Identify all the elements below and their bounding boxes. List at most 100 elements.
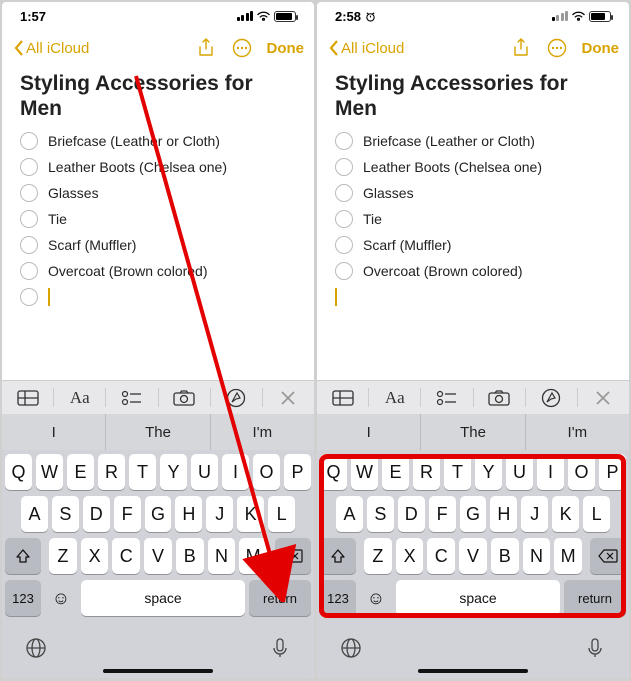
numbers-key[interactable]: 123	[320, 580, 356, 616]
key-t[interactable]: T	[444, 454, 471, 490]
checkbox[interactable]	[335, 132, 353, 150]
key-r[interactable]: R	[413, 454, 440, 490]
key-m[interactable]: M	[554, 538, 582, 574]
home-indicator[interactable]	[103, 669, 213, 673]
list-item[interactable]: Briefcase (Leather or Cloth)	[335, 132, 611, 150]
more-circle-icon[interactable]	[546, 37, 568, 59]
key-m[interactable]: M	[239, 538, 267, 574]
key-q[interactable]: Q	[320, 454, 347, 490]
key-z[interactable]: Z	[49, 538, 77, 574]
markup-icon[interactable]	[211, 381, 262, 414]
close-icon[interactable]	[578, 381, 629, 414]
list-item[interactable]: Overcoat (Brown colored)	[335, 262, 611, 280]
checklist-icon[interactable]	[421, 381, 472, 414]
checkbox[interactable]	[20, 262, 38, 280]
key-e[interactable]: E	[382, 454, 409, 490]
key-k[interactable]: K	[237, 496, 264, 532]
note-content[interactable]: Styling Accessories for Men Briefcase (L…	[2, 66, 314, 380]
key-l[interactable]: L	[583, 496, 610, 532]
key-w[interactable]: W	[351, 454, 378, 490]
checkbox[interactable]	[20, 184, 38, 202]
camera-icon[interactable]	[474, 381, 525, 414]
list-item[interactable]: Scarf (Muffler)	[335, 236, 611, 254]
key-s[interactable]: S	[367, 496, 394, 532]
key-d[interactable]: D	[83, 496, 110, 532]
globe-icon[interactable]	[339, 636, 363, 660]
markup-icon[interactable]	[526, 381, 577, 414]
key-n[interactable]: N	[208, 538, 236, 574]
key-p[interactable]: P	[284, 454, 311, 490]
key-j[interactable]: J	[206, 496, 233, 532]
list-item[interactable]: Glasses	[20, 184, 296, 202]
key-k[interactable]: K	[552, 496, 579, 532]
home-indicator[interactable]	[418, 669, 528, 673]
back-button[interactable]: All iCloud	[327, 39, 404, 57]
space-key[interactable]: space	[81, 580, 245, 616]
key-j[interactable]: J	[521, 496, 548, 532]
list-item[interactable]: Briefcase (Leather or Cloth)	[20, 132, 296, 150]
camera-icon[interactable]	[159, 381, 210, 414]
mic-icon[interactable]	[583, 636, 607, 660]
list-item[interactable]: Tie	[20, 210, 296, 228]
key-x[interactable]: X	[81, 538, 109, 574]
return-key[interactable]: return	[249, 580, 311, 616]
key-f[interactable]: F	[429, 496, 456, 532]
key-g[interactable]: G	[460, 496, 487, 532]
textformat-icon[interactable]: Aa	[54, 381, 105, 414]
checkbox[interactable]	[335, 158, 353, 176]
key-q[interactable]: Q	[5, 454, 32, 490]
checkbox[interactable]	[20, 132, 38, 150]
more-circle-icon[interactable]	[231, 37, 253, 59]
prediction-1[interactable]: I	[317, 414, 421, 450]
table-icon[interactable]	[317, 381, 368, 414]
share-icon[interactable]	[195, 37, 217, 59]
shift-key[interactable]	[5, 538, 41, 574]
key-c[interactable]: C	[427, 538, 455, 574]
key-z[interactable]: Z	[364, 538, 392, 574]
key-s[interactable]: S	[52, 496, 79, 532]
share-icon[interactable]	[510, 37, 532, 59]
key-u[interactable]: U	[506, 454, 533, 490]
table-icon[interactable]	[2, 381, 53, 414]
key-a[interactable]: A	[336, 496, 363, 532]
checkbox[interactable]	[20, 236, 38, 254]
done-button[interactable]: Done	[267, 40, 305, 57]
key-y[interactable]: Y	[475, 454, 502, 490]
mic-icon[interactable]	[268, 636, 292, 660]
prediction-2[interactable]: The	[421, 414, 525, 450]
key-p[interactable]: P	[599, 454, 626, 490]
key-a[interactable]: A	[21, 496, 48, 532]
key-h[interactable]: H	[490, 496, 517, 532]
key-x[interactable]: X	[396, 538, 424, 574]
key-r[interactable]: R	[98, 454, 125, 490]
list-item[interactable]: Tie	[335, 210, 611, 228]
checklist-icon[interactable]	[106, 381, 157, 414]
list-item[interactable]: Overcoat (Brown colored)	[20, 262, 296, 280]
key-h[interactable]: H	[175, 496, 202, 532]
numbers-key[interactable]: 123	[5, 580, 41, 616]
key-u[interactable]: U	[191, 454, 218, 490]
list-item[interactable]: Leather Boots (Chelsea one)	[20, 158, 296, 176]
key-n[interactable]: N	[523, 538, 551, 574]
key-l[interactable]: L	[268, 496, 295, 532]
shift-key[interactable]	[320, 538, 356, 574]
list-item[interactable]: Glasses	[335, 184, 611, 202]
key-y[interactable]: Y	[160, 454, 187, 490]
close-icon[interactable]	[263, 381, 314, 414]
return-key[interactable]: return	[564, 580, 626, 616]
note-content[interactable]: Styling Accessories for Men Briefcase (L…	[317, 66, 629, 380]
back-button[interactable]: All iCloud	[12, 39, 89, 57]
done-button[interactable]: Done	[582, 40, 620, 57]
key-i[interactable]: I	[222, 454, 249, 490]
empty-checkbox[interactable]	[20, 288, 38, 306]
key-f[interactable]: F	[114, 496, 141, 532]
key-o[interactable]: O	[568, 454, 595, 490]
key-v[interactable]: V	[144, 538, 172, 574]
checkbox[interactable]	[335, 184, 353, 202]
emoji-key[interactable]: ☺	[360, 580, 392, 616]
key-e[interactable]: E	[67, 454, 94, 490]
backspace-key[interactable]	[590, 538, 626, 574]
list-item[interactable]: Leather Boots (Chelsea one)	[335, 158, 611, 176]
key-d[interactable]: D	[398, 496, 425, 532]
key-c[interactable]: C	[112, 538, 140, 574]
